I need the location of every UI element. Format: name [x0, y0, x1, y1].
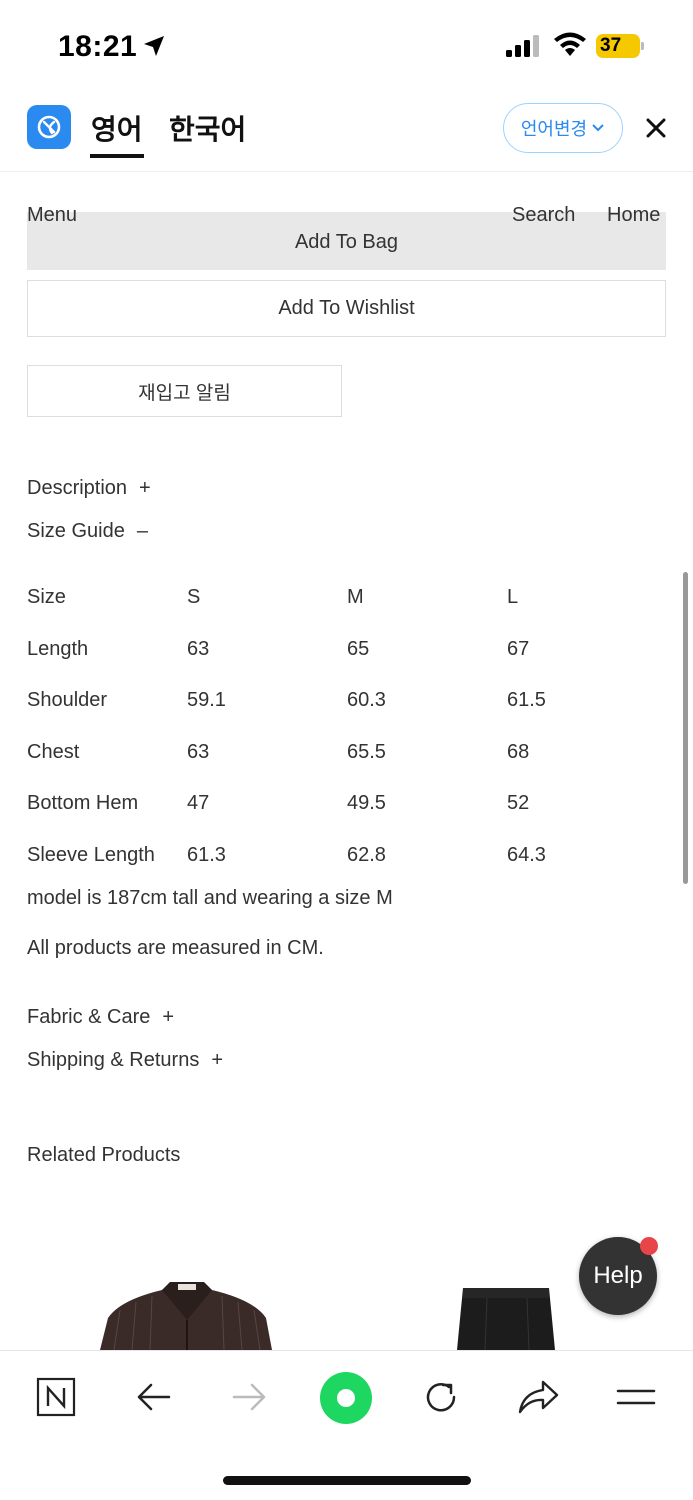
table-cell: 60.3	[347, 689, 386, 712]
green-dot-icon[interactable]	[319, 1371, 373, 1425]
share-icon[interactable]	[516, 1375, 560, 1419]
table-cell: Size	[27, 586, 66, 608]
expand-icon: +	[211, 1049, 224, 1071]
size-table: Size S M L Length 63 65 67 Shoulder 59.1…	[27, 586, 667, 896]
table-cell: 47	[187, 792, 210, 815]
home-indicator	[223, 1476, 471, 1485]
table-cell: 59.1	[187, 689, 226, 712]
scrollbar[interactable]	[683, 572, 688, 884]
expand-icon: +	[162, 1006, 175, 1028]
change-language-label: 언어변경	[520, 119, 588, 139]
table-cell: Length	[27, 637, 89, 660]
accordion-shipping-returns[interactable]: Shipping & Returns +	[27, 1049, 223, 1072]
table-cell: Shoulder	[27, 689, 108, 712]
accordion-fabric-care-label: Fabric & Care	[27, 1006, 151, 1028]
cellular-signal-icon	[506, 35, 539, 57]
add-to-wishlist-label: Add To Wishlist	[278, 297, 415, 319]
accordion-shipping-returns-label: Shipping & Returns	[27, 1049, 200, 1071]
table-cell: M	[347, 586, 364, 608]
active-tab-underline	[90, 154, 144, 158]
table-cell: 65.5	[347, 740, 386, 763]
table-row: Chest 63 65.5 68	[27, 741, 667, 793]
table-cell: 61.5	[507, 689, 546, 712]
accordion-description-label: Description	[27, 477, 128, 499]
site-nav: Menu Search Home	[0, 204, 693, 230]
table-cell: 67	[507, 637, 530, 660]
browser-toolbar	[0, 1350, 693, 1500]
accordion-fabric-care[interactable]: Fabric & Care +	[27, 1006, 174, 1029]
add-to-bag-label: Add To Bag	[294, 230, 399, 253]
table-cell: 64.3	[507, 843, 546, 866]
tab-english[interactable]: 영어	[91, 108, 143, 148]
naver-n-icon[interactable]	[34, 1375, 78, 1419]
status-time: 18:21	[58, 30, 138, 63]
add-to-wishlist-button[interactable]: Add To Wishlist	[27, 280, 666, 337]
wifi-icon	[554, 32, 586, 56]
table-row: Bottom Hem 47 49.5 52	[27, 792, 667, 844]
accordion-size-guide[interactable]: Size Guide –	[27, 520, 148, 543]
tab-korean[interactable]: 한국어	[169, 108, 246, 148]
accordion-size-guide-label: Size Guide	[27, 520, 125, 542]
table-cell: S	[187, 586, 201, 608]
table-row: Shoulder 59.1 60.3 61.5	[27, 689, 667, 741]
back-arrow-icon[interactable]	[131, 1375, 175, 1419]
nav-search-link[interactable]: Search	[512, 204, 575, 227]
table-cell: 49.5	[347, 792, 386, 815]
table-cell: L	[507, 586, 519, 608]
table-cell: 62.8	[347, 843, 386, 866]
forward-arrow-icon[interactable]	[228, 1375, 272, 1419]
collapse-icon: –	[136, 520, 148, 542]
table-cell: 63	[187, 637, 210, 660]
table-cell: 68	[507, 740, 530, 763]
translate-app-logo	[27, 105, 71, 149]
table-cell: Bottom Hem	[27, 792, 139, 815]
help-label: Help	[593, 1262, 643, 1289]
related-product-pants-image[interactable]	[457, 1288, 555, 1350]
table-cell: 52	[507, 792, 530, 815]
expand-icon: +	[139, 477, 151, 499]
measurement-note: All products are measured in CM.	[27, 937, 324, 959]
related-products-title: Related Products	[27, 1144, 181, 1166]
menu-icon[interactable]	[614, 1375, 658, 1419]
location-arrow-icon	[144, 36, 164, 56]
table-cell: 61.3	[187, 843, 226, 866]
nav-menu-link[interactable]: Menu	[27, 204, 77, 227]
restock-alert-label: 재입고 알림	[138, 382, 231, 404]
table-row: Size S M L	[27, 586, 667, 638]
battery-icon: 37	[596, 34, 646, 58]
table-row: Length 63 65 67	[27, 638, 667, 690]
table-cell: 63	[187, 740, 210, 763]
model-size-note: model is 187cm tall and wearing a size M	[27, 887, 393, 909]
status-bar: 18:21 37	[0, 0, 693, 92]
related-product-shirt-image[interactable]	[100, 1280, 274, 1350]
refresh-icon[interactable]	[419, 1375, 463, 1419]
translate-bar: 영어 한국어 언어변경	[0, 92, 693, 172]
change-language-button[interactable]: 언어변경	[503, 103, 623, 153]
accordion-description[interactable]: Description +	[27, 477, 151, 500]
nav-home-link[interactable]: Home	[607, 204, 660, 227]
table-cell: 65	[347, 637, 370, 660]
help-notification-dot	[640, 1237, 658, 1255]
translate-logo-icon	[37, 115, 61, 139]
table-cell: Chest	[27, 740, 80, 763]
table-cell: Sleeve Length	[27, 843, 155, 866]
battery-level: 37	[600, 35, 622, 56]
restock-alert-button[interactable]: 재입고 알림	[27, 365, 342, 417]
chevron-down-icon	[592, 124, 604, 132]
close-icon[interactable]	[644, 116, 668, 140]
